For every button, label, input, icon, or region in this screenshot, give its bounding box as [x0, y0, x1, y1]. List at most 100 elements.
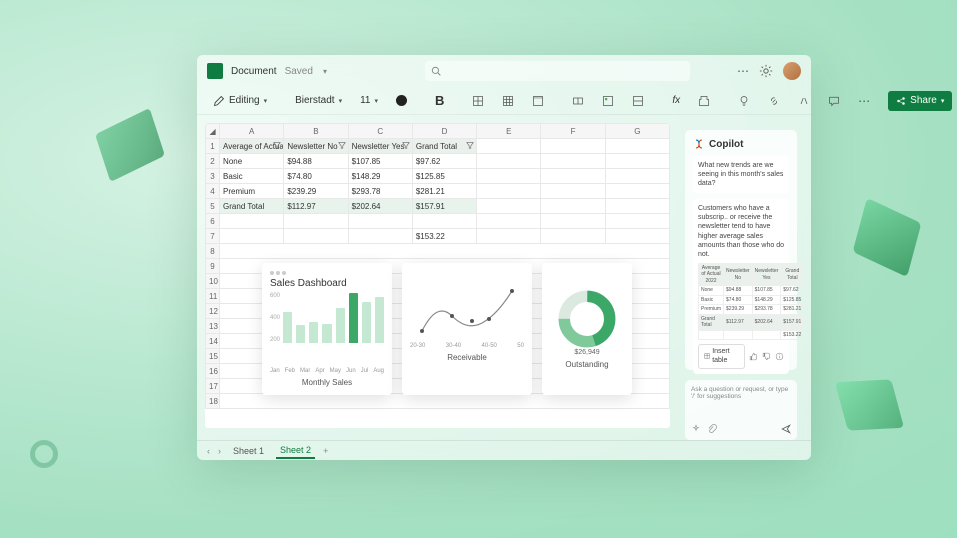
cell[interactable] [220, 394, 670, 409]
tab-sheet1[interactable]: Sheet 1 [229, 444, 268, 458]
insert-table-button[interactable] [496, 91, 520, 111]
next-sheet-button[interactable]: › [218, 446, 221, 456]
cell[interactable]: $153.22 [412, 229, 476, 244]
cell[interactable] [605, 229, 669, 244]
row-header[interactable]: 18 [206, 394, 220, 409]
cell[interactable]: $97.62 [412, 154, 476, 169]
cell[interactable]: $293.78 [348, 184, 412, 199]
attachment-icon[interactable] [707, 424, 717, 434]
font-size-select[interactable]: 11 ▾ [354, 91, 384, 111]
cell[interactable] [541, 184, 605, 199]
cell[interactable]: Grand Total [220, 199, 284, 214]
insert-table-button[interactable]: Insert table [698, 344, 745, 368]
overflow-button[interactable]: ⋯ [852, 91, 876, 111]
copilot-input-box[interactable]: Ask a question or request, or type '/' f… [685, 380, 797, 440]
cell[interactable]: $74.80 [284, 169, 348, 184]
cell[interactable] [541, 139, 605, 154]
cell[interactable] [412, 214, 476, 229]
col-header[interactable]: C [348, 124, 412, 139]
cell[interactable] [220, 229, 284, 244]
cell[interactable]: None [220, 154, 284, 169]
comment-button[interactable] [822, 91, 846, 111]
row-header[interactable]: 17 [206, 379, 220, 394]
editing-mode-button[interactable]: Editing ▾ [207, 91, 273, 111]
cell[interactable] [605, 139, 669, 154]
cell[interactable] [477, 229, 541, 244]
row-header[interactable]: 5 [206, 199, 220, 214]
row-header[interactable]: 1 [206, 139, 220, 154]
cell[interactable] [220, 214, 284, 229]
tab-sheet2[interactable]: Sheet 2 [276, 443, 315, 459]
pivot-header[interactable]: Grand Total [412, 139, 476, 154]
cell[interactable] [477, 184, 541, 199]
row-header[interactable]: 3 [206, 169, 220, 184]
cell[interactable]: $148.29 [348, 169, 412, 184]
filter-icon[interactable] [402, 141, 410, 149]
pivot-header[interactable]: Average of Actual 2022 [220, 139, 284, 154]
add-sheet-button[interactable]: + [323, 446, 328, 456]
addins-button[interactable] [692, 91, 716, 111]
cell[interactable]: $107.85 [348, 154, 412, 169]
col-header[interactable]: D [412, 124, 476, 139]
cell[interactable] [541, 199, 605, 214]
pivot-header[interactable]: Newsletter No [284, 139, 348, 154]
cell[interactable] [477, 139, 541, 154]
formula-button[interactable]: fx [666, 91, 686, 111]
sparkle-icon[interactable] [691, 424, 701, 434]
cell[interactable] [541, 154, 605, 169]
more-icon[interactable]: ⋯ [737, 64, 749, 78]
col-header[interactable]: F [541, 124, 605, 139]
format-table-button[interactable] [526, 91, 550, 111]
card-outstanding[interactable]: $26,949 Outstanding [542, 263, 632, 395]
thumbs-down-icon[interactable] [762, 352, 771, 361]
link-button[interactable] [762, 91, 786, 111]
row-header[interactable]: 15 [206, 349, 220, 364]
cell[interactable]: $125.85 [412, 169, 476, 184]
cell[interactable] [348, 214, 412, 229]
user-avatar[interactable] [783, 62, 801, 80]
col-header[interactable]: G [605, 124, 669, 139]
cell[interactable]: $112.97 [284, 199, 348, 214]
row-header[interactable]: 16 [206, 364, 220, 379]
filter-icon[interactable] [338, 141, 346, 149]
cell[interactable] [477, 214, 541, 229]
cell[interactable] [477, 169, 541, 184]
row-header[interactable]: 2 [206, 154, 220, 169]
row-header[interactable]: 6 [206, 214, 220, 229]
col-header[interactable]: E [477, 124, 541, 139]
cell[interactable] [348, 229, 412, 244]
pivot-header[interactable]: Newsletter Yes [348, 139, 412, 154]
cell[interactable] [605, 154, 669, 169]
gear-icon[interactable] [759, 64, 773, 78]
cell-style-button[interactable] [626, 91, 650, 111]
font-color-button[interactable] [390, 91, 413, 111]
row-header[interactable]: 4 [206, 184, 220, 199]
col-header[interactable]: B [284, 124, 348, 139]
cell[interactable] [605, 184, 669, 199]
row-header[interactable]: 13 [206, 319, 220, 334]
cell[interactable]: Premium [220, 184, 284, 199]
info-icon[interactable] [775, 352, 784, 361]
font-family-select[interactable]: Bierstadt ▾ [289, 91, 348, 111]
cell[interactable] [605, 214, 669, 229]
bold-button[interactable]: B [429, 91, 450, 111]
filter-icon[interactable] [273, 141, 281, 149]
cell[interactable] [477, 154, 541, 169]
search-input[interactable] [425, 61, 690, 81]
cell[interactable] [605, 199, 669, 214]
send-icon[interactable] [781, 424, 791, 434]
col-header[interactable]: A [220, 124, 284, 139]
cell[interactable] [605, 169, 669, 184]
share-button[interactable]: Share ▾ [888, 91, 952, 111]
select-all-cell[interactable]: ◢ [206, 124, 220, 139]
cell[interactable] [284, 229, 348, 244]
row-header[interactable]: 11 [206, 289, 220, 304]
cell[interactable]: $157.91 [412, 199, 476, 214]
sort-button[interactable] [792, 91, 816, 111]
row-header[interactable]: 7 [206, 229, 220, 244]
cell[interactable] [284, 214, 348, 229]
row-header[interactable]: 10 [206, 274, 220, 289]
row-header[interactable]: 9 [206, 259, 220, 274]
ideas-button[interactable] [732, 91, 756, 111]
row-header[interactable]: 14 [206, 334, 220, 349]
